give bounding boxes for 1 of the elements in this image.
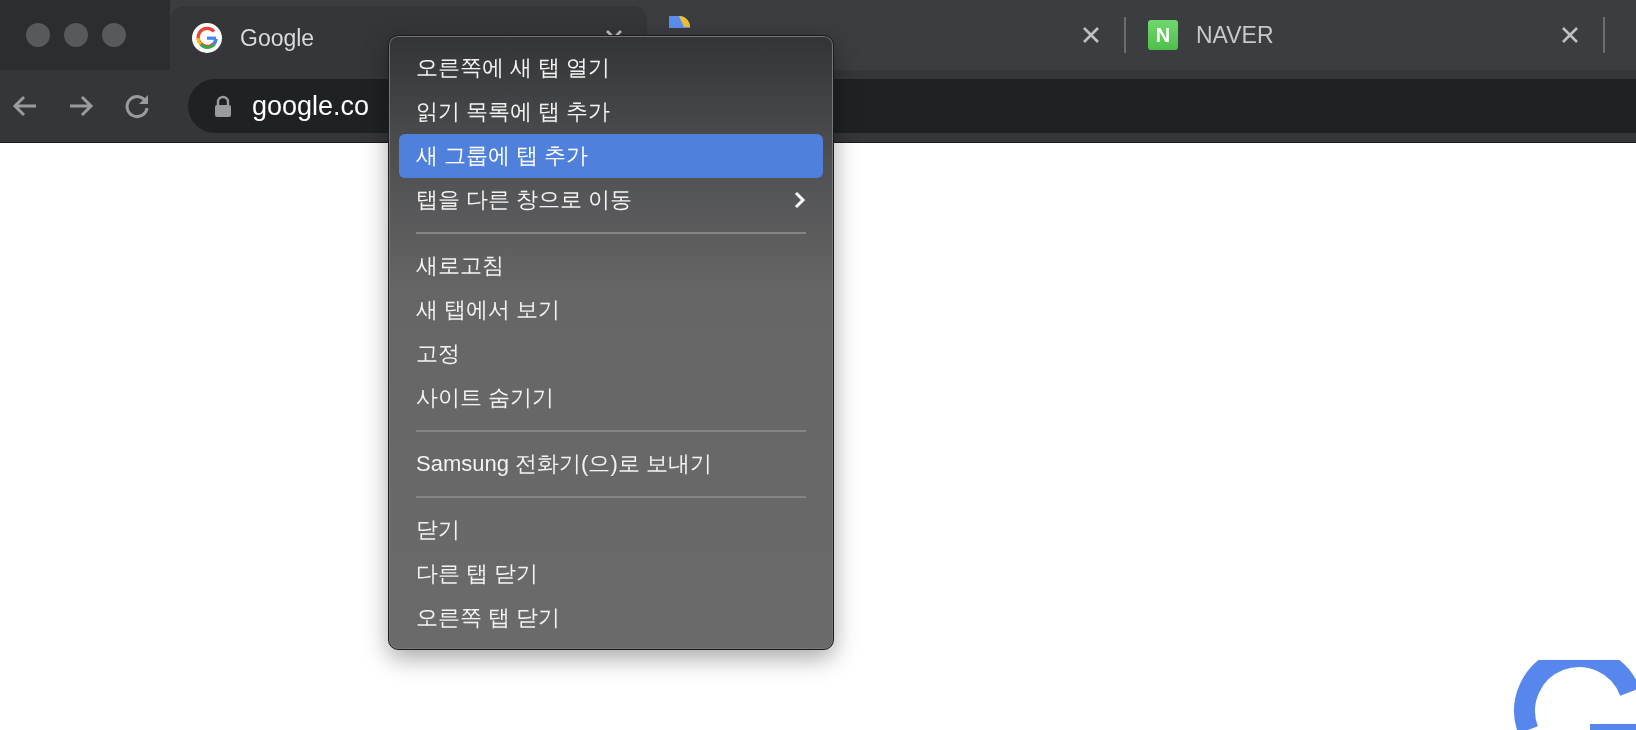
n-logo-icon: N	[1148, 20, 1178, 50]
